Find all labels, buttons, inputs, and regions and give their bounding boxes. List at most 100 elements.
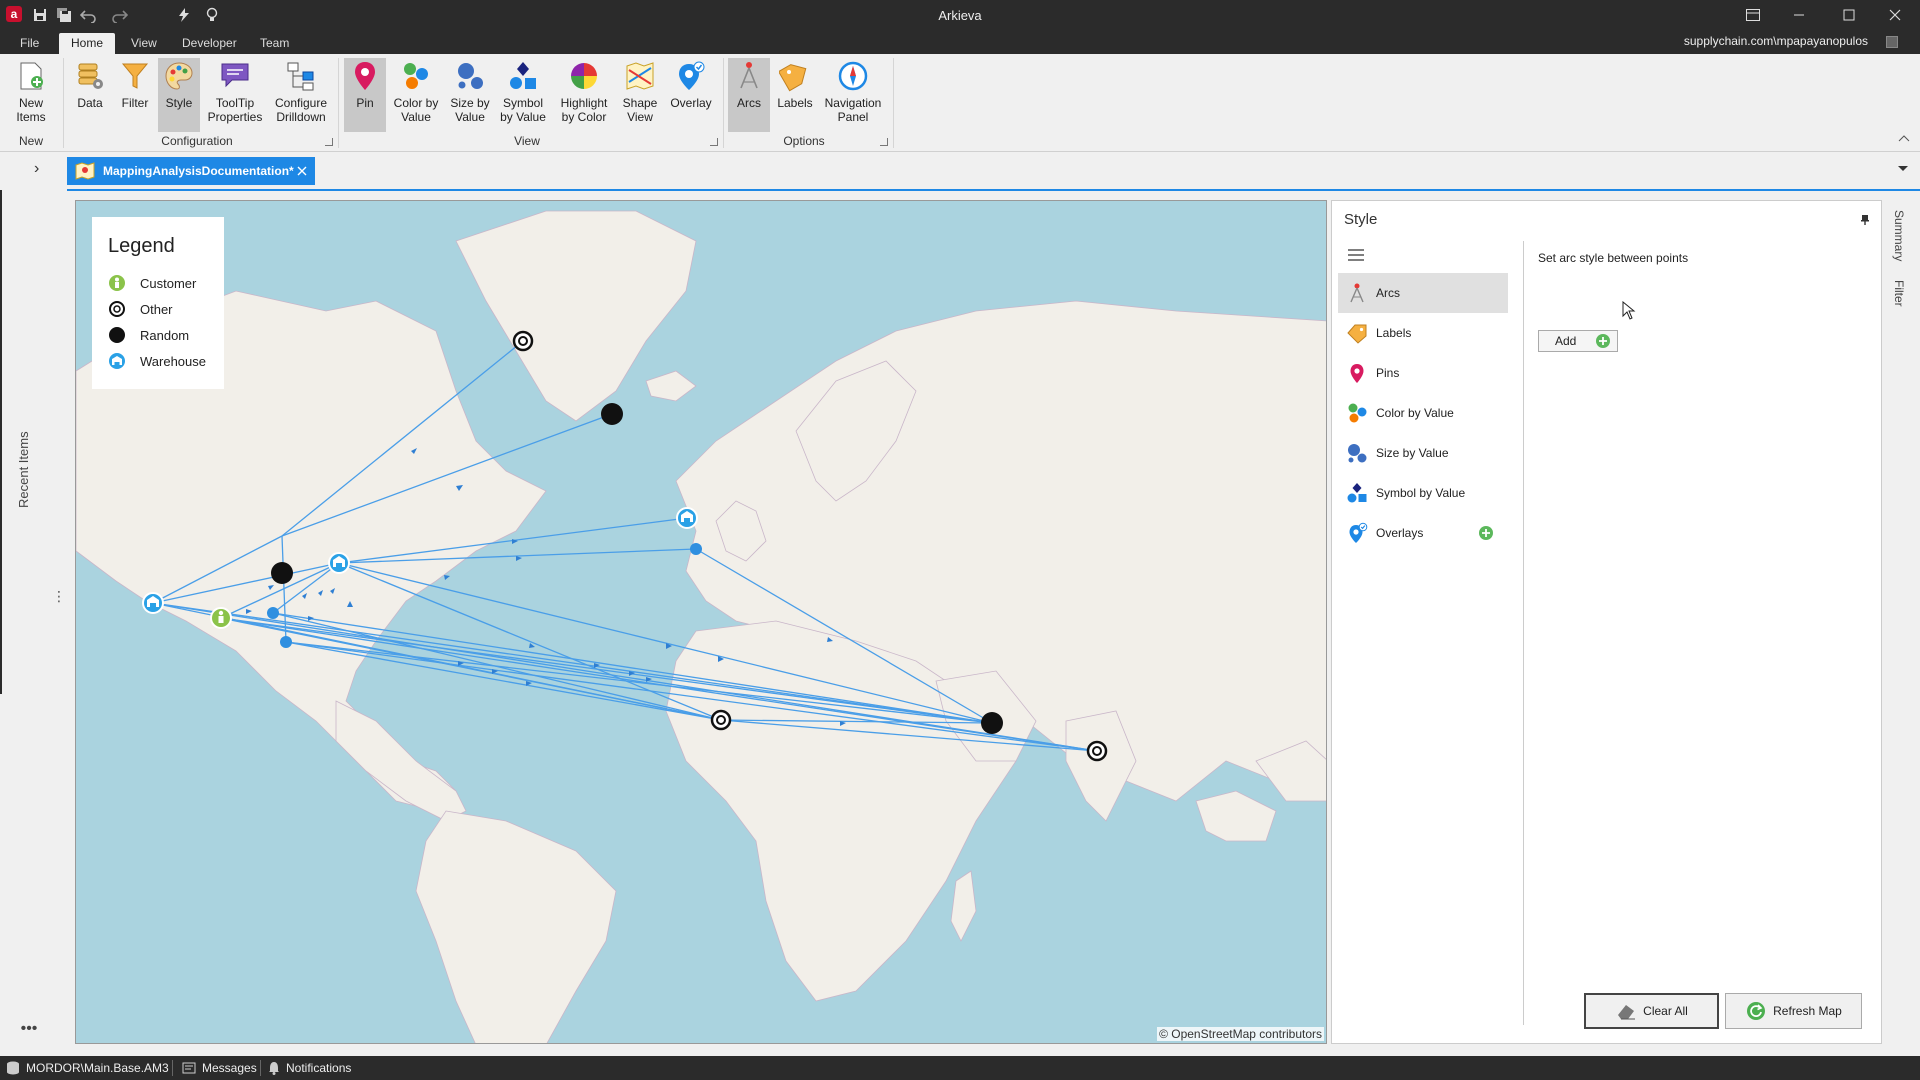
ribbon-display-button[interactable] (1730, 0, 1776, 30)
marker-warehouse[interactable] (676, 507, 698, 529)
clear-all-button[interactable]: Clear All (1584, 993, 1719, 1029)
tab-developer[interactable]: Developer (170, 33, 249, 54)
new-items-button[interactable]: New Items (8, 58, 54, 132)
arc-style-hint: Set arc style between points (1538, 251, 1689, 265)
overlay-icon (1349, 522, 1368, 543)
lightning-icon[interactable] (176, 7, 192, 23)
style-item-label: Size by Value (1376, 446, 1449, 460)
summary-tab[interactable]: Summary (1892, 210, 1906, 261)
configure-drilldown-button[interactable]: Configure Drilldown (270, 58, 332, 132)
style-button[interactable]: Style (158, 58, 200, 132)
color-by-value-button[interactable]: Color by Value (390, 58, 442, 132)
style-item-arcs[interactable]: Arcs (1338, 273, 1508, 313)
tab-home[interactable]: Home (59, 33, 116, 54)
data-button[interactable]: Data (70, 58, 110, 132)
refresh-map-button[interactable]: Refresh Map (1725, 993, 1862, 1029)
status-notifications[interactable]: Notifications (268, 1061, 351, 1075)
app-window: a Arkieva File Home View Developer Team … (0, 0, 1920, 1080)
marker-warehouse[interactable] (142, 592, 164, 614)
style-item-overlays[interactable]: Overlays (1338, 513, 1508, 553)
pin-panel-icon[interactable] (1861, 215, 1869, 225)
filter-tab[interactable]: Filter (1892, 280, 1906, 307)
marker-random[interactable] (601, 403, 623, 425)
labels-button[interactable]: Labels (774, 58, 816, 132)
tab-view[interactable]: View (119, 33, 169, 54)
undo-icon[interactable] (80, 7, 96, 23)
dot-icon (109, 327, 125, 343)
marker-other[interactable] (1086, 740, 1108, 762)
style-item-size-by-value[interactable]: Size by Value (1338, 433, 1508, 473)
pin-button[interactable]: Pin (344, 58, 386, 132)
new-document-icon (20, 62, 43, 90)
collapse-ribbon-icon[interactable] (1898, 134, 1910, 142)
options-launcher-icon[interactable] (880, 138, 888, 146)
style-item-labels[interactable]: Labels (1338, 313, 1508, 353)
document-tab[interactable]: MappingAnalysisDocumentation* (67, 157, 315, 185)
close-tab-icon[interactable] (297, 166, 307, 176)
lightbulb-icon[interactable] (204, 7, 220, 23)
minimize-button[interactable] (1776, 0, 1822, 30)
style-item-symbol-by-value[interactable]: Symbol by Value (1338, 473, 1508, 513)
more-options-icon[interactable]: ••• (8, 1020, 50, 1038)
add-arc-style-button[interactable]: Add (1538, 330, 1618, 352)
legend-item: Customer (108, 270, 208, 296)
maximize-button[interactable] (1826, 0, 1872, 30)
window-title: Arkieva (938, 8, 982, 23)
compass-icon (838, 61, 868, 91)
marker-random[interactable] (981, 712, 1003, 734)
marker-point[interactable] (690, 543, 702, 555)
recent-items-tab[interactable]: Recent Items (16, 431, 31, 508)
clear-all-label: Clear All (1643, 1004, 1688, 1018)
marker-point[interactable] (280, 636, 292, 648)
refresh-map-label: Refresh Map (1773, 1004, 1842, 1018)
redo-icon[interactable] (112, 7, 128, 23)
status-messages-label: Messages (202, 1061, 257, 1075)
style-item-color-by-value[interactable]: Color by Value (1338, 393, 1508, 433)
tooltip-label-2: Properties (207, 110, 263, 124)
style-item-pins[interactable]: Pins (1338, 353, 1508, 393)
shape-view-button[interactable]: Shape View (618, 58, 662, 132)
tooltip-properties-button[interactable]: ToolTip Properties (204, 58, 266, 132)
save-icon[interactable] (32, 7, 48, 23)
overlay-pin-icon (679, 61, 705, 90)
highlight-by-color-button[interactable]: Highlight by Color (552, 58, 616, 132)
filter-button[interactable]: Filter (114, 58, 156, 132)
marker-other[interactable] (710, 709, 732, 731)
tab-file[interactable]: File (8, 33, 51, 54)
marker-other[interactable] (512, 330, 534, 352)
splitter-handle-icon[interactable]: ⋮ (52, 588, 66, 605)
marker-customer[interactable] (210, 607, 232, 629)
tag-icon (1347, 324, 1367, 344)
filter-funnel-icon (121, 63, 149, 89)
map-view[interactable]: Legend Customer Other Random Warehouse ©… (75, 200, 1327, 1044)
overlay-button[interactable]: Overlay (668, 58, 714, 132)
add-overlay-icon[interactable] (1478, 525, 1494, 541)
arcs-button[interactable]: Arcs (728, 58, 770, 132)
ribbon-display-icon (1746, 9, 1760, 21)
marker-point[interactable] (267, 607, 279, 619)
configuration-launcher-icon[interactable] (325, 138, 333, 146)
marker-random[interactable] (271, 562, 293, 584)
tab-team[interactable]: Team (248, 33, 301, 54)
view-launcher-icon[interactable] (710, 138, 718, 146)
expand-chevron-icon[interactable]: › (34, 160, 39, 178)
refresh-icon (1747, 1002, 1766, 1020)
size-by-value-button[interactable]: Size by Value (446, 58, 494, 132)
save-all-icon[interactable] (56, 7, 72, 23)
group-separator (723, 58, 724, 148)
account-menu-button[interactable] (1886, 36, 1898, 48)
marker-warehouse[interactable] (328, 552, 350, 574)
group-separator (893, 58, 894, 148)
navigation-panel-button[interactable]: Navigation Panel (820, 58, 886, 132)
status-database[interactable]: MORDOR\Main.Base.AM3 (6, 1061, 169, 1075)
symbol-by-value-button[interactable]: Symbol by Value (498, 58, 548, 132)
close-button[interactable] (1872, 0, 1918, 30)
tab-list-dropdown-icon[interactable] (1898, 166, 1908, 171)
shape-view-label-2: View (627, 110, 653, 124)
hamburger-menu-icon[interactable] (1348, 249, 1364, 261)
status-messages[interactable]: Messages (182, 1061, 257, 1075)
map-attribution[interactable]: © OpenStreetMap contributors (1157, 1027, 1324, 1041)
app-logo-icon[interactable]: a (6, 6, 22, 22)
status-separator (260, 1060, 261, 1076)
account-name[interactable]: supplychain.com\mpapayanopulos (1684, 34, 1868, 48)
